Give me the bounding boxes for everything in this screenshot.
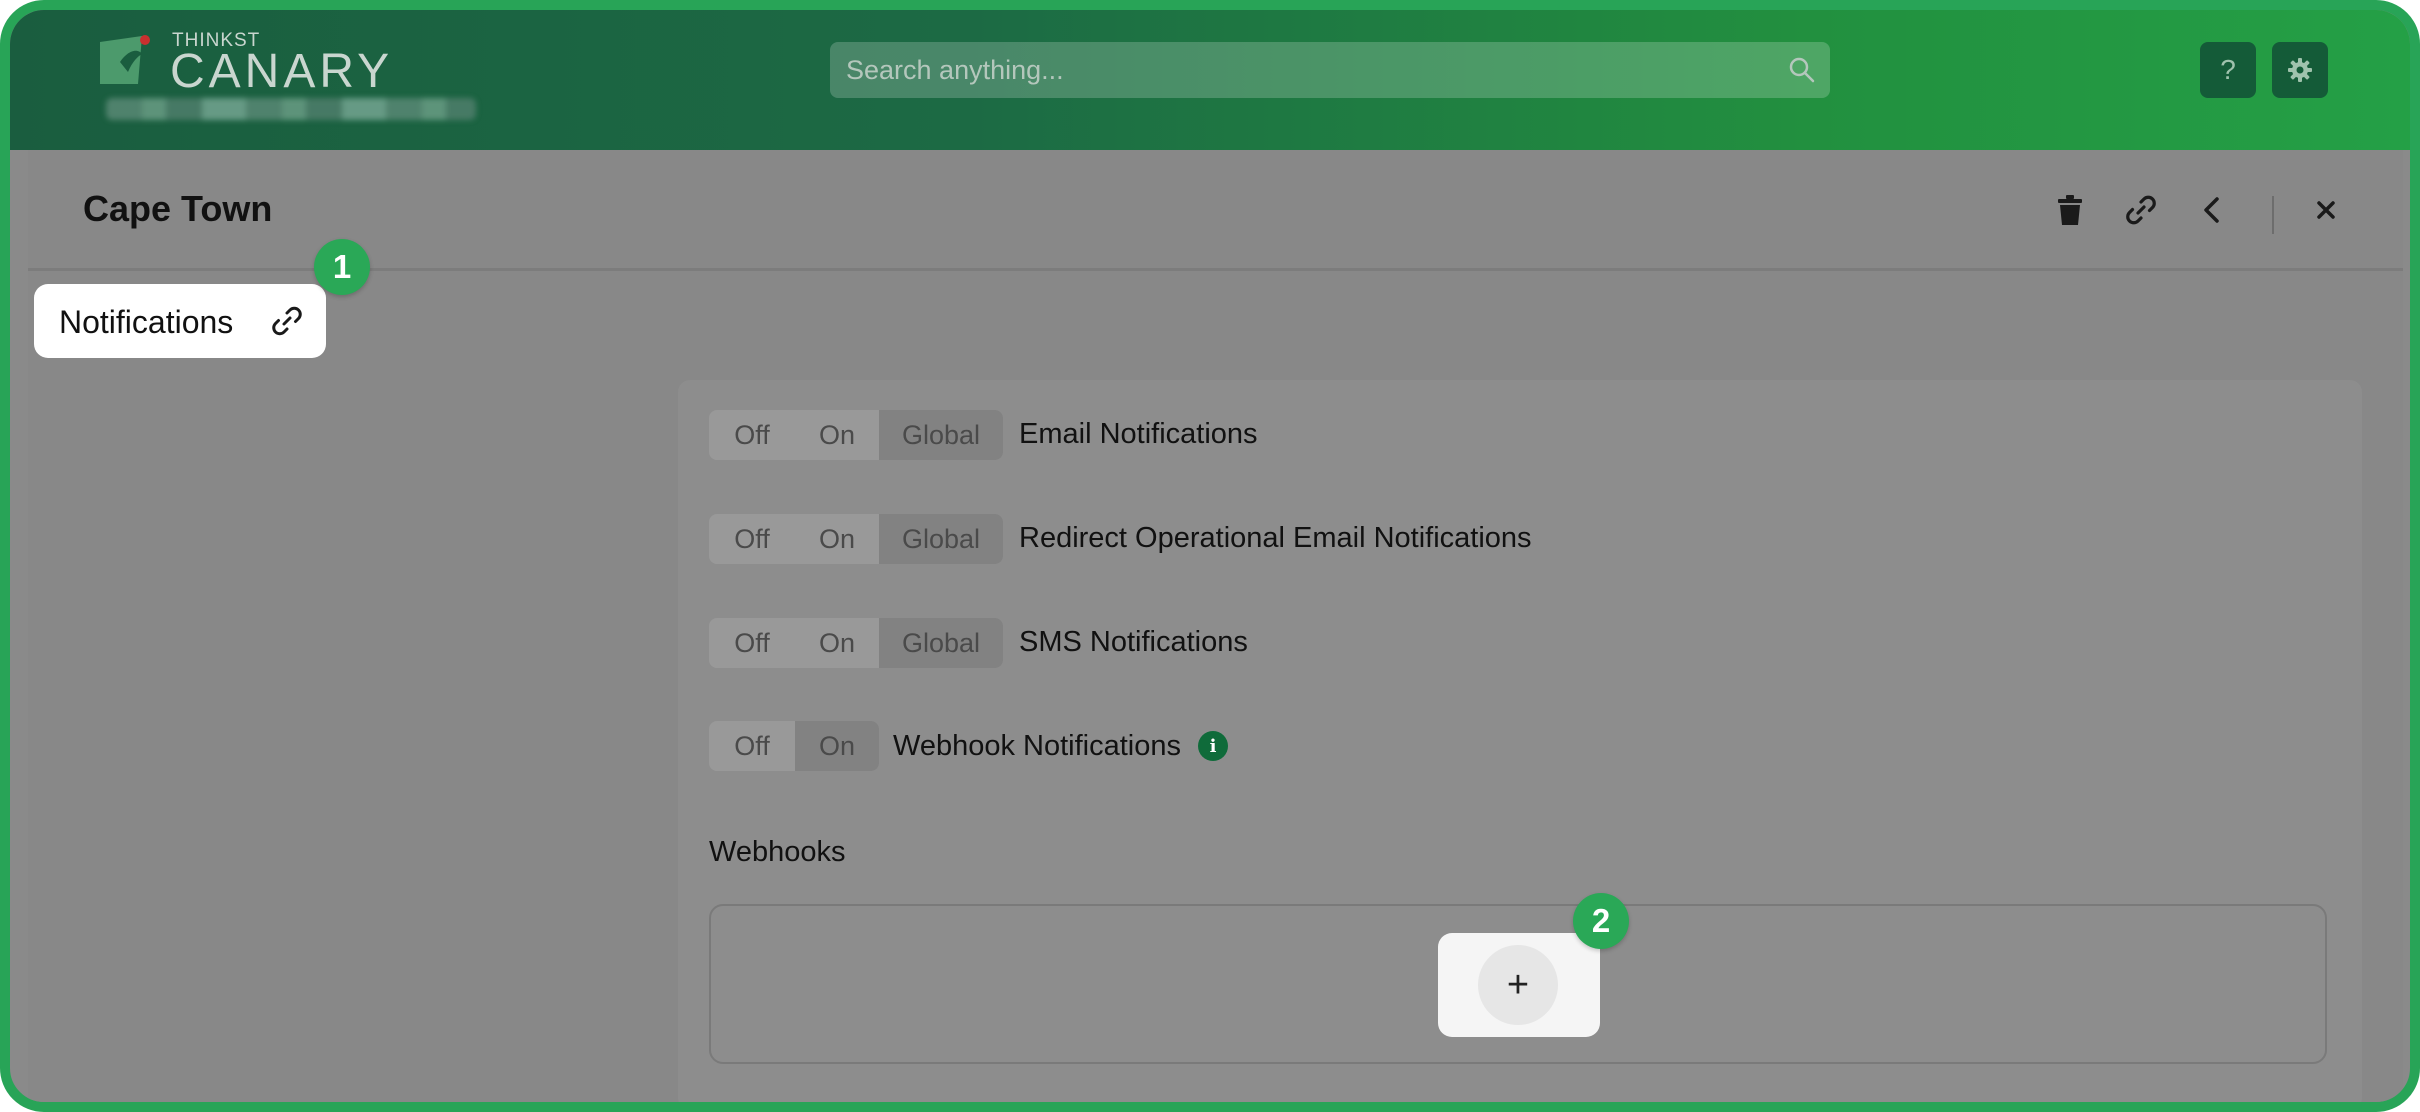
notifications-section-callout[interactable]: Notifications [34,284,326,358]
settings-button[interactable] [2272,42,2328,98]
chevron-left-icon [2204,197,2219,223]
close-icon [2317,201,2335,219]
option-off[interactable]: Off [709,514,795,564]
webhooks-heading: Webhooks [709,836,846,868]
redacted-account-name [106,98,476,120]
option-on[interactable]: On [795,721,879,771]
notifications-heading: Notifications [59,304,234,340]
link-icon [2126,195,2156,225]
redirect-operational-email-label: Redirect Operational Email Notifications [1019,522,1532,554]
sms-notifications-toggle[interactable]: Off On Global [709,618,1003,668]
add-webhook-button[interactable]: + [1478,945,1558,1025]
top-navigation-bar: THINKST CANARY ? [10,10,2410,150]
panel-header: Cape Town [28,150,2403,271]
webhook-notifications-label: Webhook Notifications [893,730,1182,762]
back-button[interactable] [2194,192,2230,228]
option-off[interactable]: Off [709,618,795,668]
step-badge-1: 1 [314,239,370,295]
search-icon[interactable] [1788,56,1816,84]
link-icon[interactable] [270,304,304,338]
webhook-notifications-toggle[interactable]: Off On [709,721,879,771]
info-icon[interactable]: i [1198,731,1228,761]
email-notifications-toggle[interactable]: Off On Global [709,410,1003,460]
plus-icon: + [1506,963,1530,1006]
help-button[interactable]: ? [2200,42,2256,98]
add-webhook-callout: + [1438,933,1600,1037]
option-off[interactable]: Off [709,721,795,771]
option-on[interactable]: On [795,618,879,668]
option-global[interactable]: Global [879,618,1003,668]
gear-icon [2288,58,2312,82]
option-on[interactable]: On [795,514,879,564]
option-on[interactable]: On [795,410,879,460]
logo-brand-name: CANARY [170,45,394,98]
help-label: ? [2220,54,2236,85]
canary-bird-icon [100,35,150,84]
copy-link-button[interactable] [2123,192,2159,228]
header-divider [2272,196,2274,234]
step-badge-2: 2 [1573,893,1629,949]
email-notifications-label: Email Notifications [1019,418,1258,450]
screenshot-frame: THINKST CANARY ? [0,0,2420,1112]
redirect-operational-email-toggle[interactable]: Off On Global [709,514,1003,564]
delete-button[interactable] [2052,192,2088,228]
page-title: Cape Town [83,188,273,229]
option-global[interactable]: Global [879,514,1003,564]
option-global[interactable]: Global [879,410,1003,460]
trash-icon [2058,195,2082,225]
canary-logo[interactable]: THINKST CANARY [98,22,518,132]
close-button[interactable] [2308,192,2344,228]
search-input[interactable] [830,42,1830,98]
search-bar[interactable] [830,42,1830,98]
sms-notifications-label: SMS Notifications [1019,626,1248,658]
option-off[interactable]: Off [709,410,795,460]
